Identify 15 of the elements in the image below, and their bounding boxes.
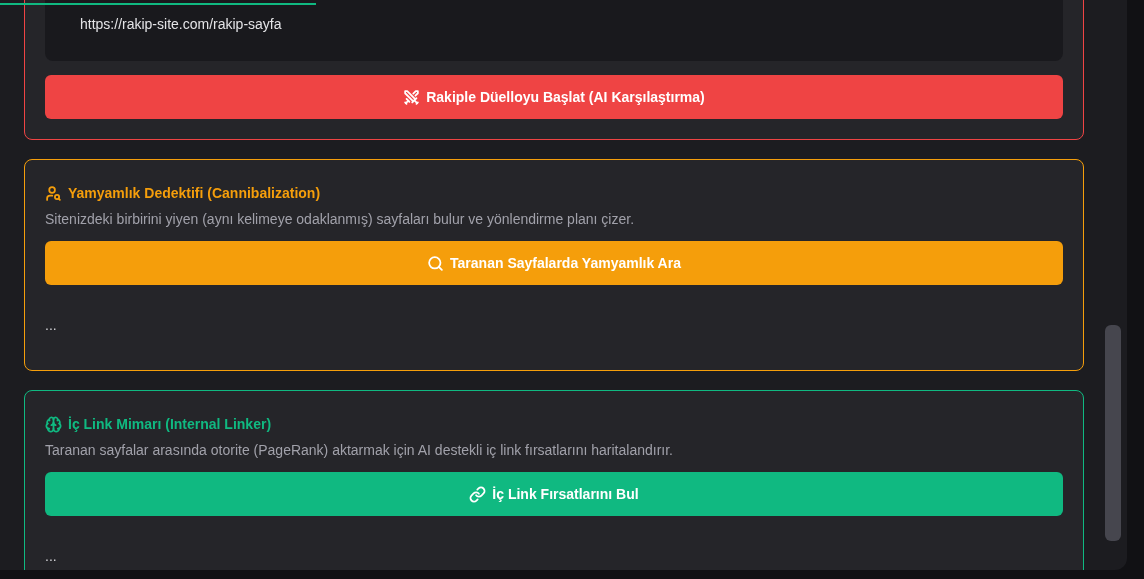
swords-icon	[403, 88, 421, 106]
action-button[interactable]: Rakiple Düelloyu Başlat (AI Karşılaştırma)	[45, 75, 1063, 119]
card-title: İç Link Mimarı (Internal Linker)	[68, 414, 272, 434]
search-icon	[427, 254, 445, 272]
result-text: ...	[45, 547, 58, 566]
card-title: Yamyamlık Dedektifi (Cannibalization)	[68, 183, 321, 203]
link-icon	[469, 485, 487, 503]
scrollbar-thumb[interactable]	[1105, 325, 1121, 541]
brain-icon	[45, 415, 62, 433]
url-display: https://rakip-site.com/rakip-sayfa	[45, 0, 1063, 61]
action-button[interactable]: Taranan Sayfalarda Yamyamlık Ara	[45, 241, 1063, 285]
action-button[interactable]: İç Link Fırsatlarını Bul	[45, 472, 1063, 516]
card-description: Sitenizdeki birbirini yiyen (aynı kelimeye odaklanmış) sayfaları bulur ve yönlendirme planı çizer.	[45, 210, 636, 229]
result-text: ...	[45, 316, 58, 335]
card-description: Taranan sayfalar arasında otorite (PageRank) aktarmak için AI destekli iç link fırsatlarını haritalandırır.	[45, 441, 674, 460]
